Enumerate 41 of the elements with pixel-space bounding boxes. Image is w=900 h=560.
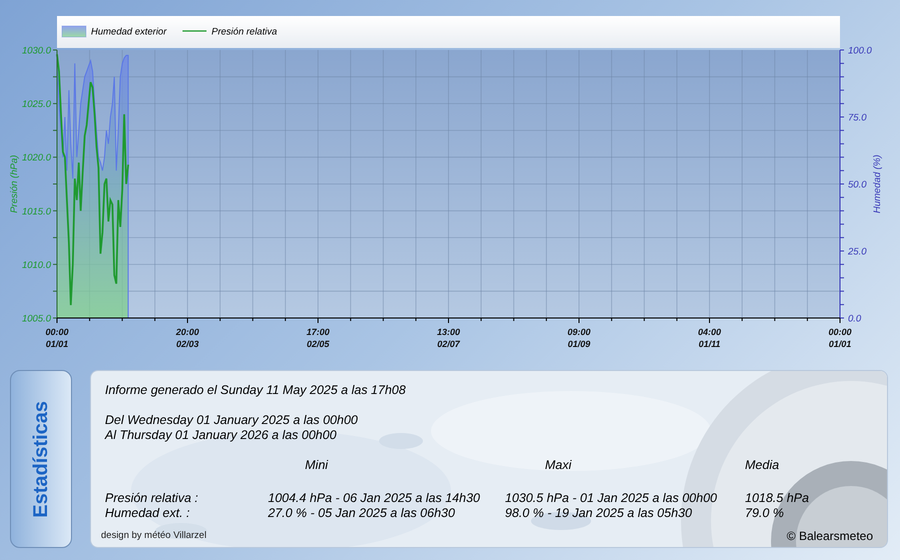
row-label: Humedad ext. : bbox=[105, 506, 190, 520]
tick-label: 0.0 bbox=[848, 314, 862, 324]
table-cell: 27.0 % - 05 Jan 2025 a las 06h30 bbox=[268, 506, 455, 520]
table-cell: 1030.5 hPa - 01 Jan 2025 a las 00h00 bbox=[505, 491, 717, 505]
tick-label: 13:00 02/07 bbox=[436, 327, 460, 349]
legend-line-icon bbox=[182, 30, 207, 32]
tick-label: 50.0 bbox=[848, 180, 866, 190]
column-header: Mini bbox=[305, 458, 328, 472]
table-cell: 1018.5 hPa bbox=[745, 491, 809, 505]
period-end-text: Al Thursday 01 January 2026 a las 00h00 bbox=[105, 428, 336, 443]
period-start-text: Del Wednesday 01 January 2025 a las 00h00 bbox=[105, 413, 358, 428]
tick-label: 75.0 bbox=[848, 112, 866, 124]
table-cell: 79.0 % bbox=[745, 506, 784, 520]
tick-label: 25.0 bbox=[848, 246, 866, 258]
side-tab[interactable]: Estadísticas bbox=[10, 370, 72, 548]
copyright-text: © Balearsmeteo bbox=[786, 528, 873, 545]
tick-label: 17:00 02/05 bbox=[306, 327, 330, 349]
tick-label: 1020.0 bbox=[22, 152, 51, 164]
legend-swatch bbox=[62, 26, 86, 38]
tick-label: 04:00 01/11 bbox=[698, 327, 722, 349]
tick-label: 1010.0 bbox=[22, 260, 51, 271]
table-cell: 98.0 % - 19 Jan 2025 a las 05h30 bbox=[505, 506, 692, 520]
tick-label: 1015.0 bbox=[22, 206, 51, 218]
axis-title: Humedad (%) bbox=[872, 154, 883, 214]
tick-label: 20:00 02/03 bbox=[176, 327, 200, 349]
legend-label: Presión relativa bbox=[212, 26, 277, 38]
tick-label: 09:00 01/09 bbox=[567, 327, 591, 349]
table-cell: 1004.4 hPa - 06 Jan 2025 a las 14h30 bbox=[268, 491, 480, 505]
credit-text: design by météo Villarzel bbox=[101, 528, 206, 543]
column-header: Media bbox=[745, 458, 780, 472]
row-label: Presión relativa : bbox=[105, 491, 198, 505]
legend-label: Humedad exterior bbox=[91, 26, 167, 38]
tick-label: 00:00 01/01 bbox=[828, 327, 852, 349]
report-date-text: Informe generado el Sunday 11 May 2025 a las 17h08 bbox=[105, 383, 406, 398]
tick-label: 100.0 bbox=[848, 46, 872, 56]
tick-label: 1025.0 bbox=[22, 99, 51, 110]
tick-label: 00:00 01/01 bbox=[45, 327, 69, 349]
axis-title: Presión (hPa) bbox=[9, 154, 20, 214]
tick-label: 1030.0 bbox=[22, 46, 51, 56]
column-header: Maxi bbox=[545, 458, 572, 472]
tick-label: 1005.0 bbox=[22, 314, 51, 324]
